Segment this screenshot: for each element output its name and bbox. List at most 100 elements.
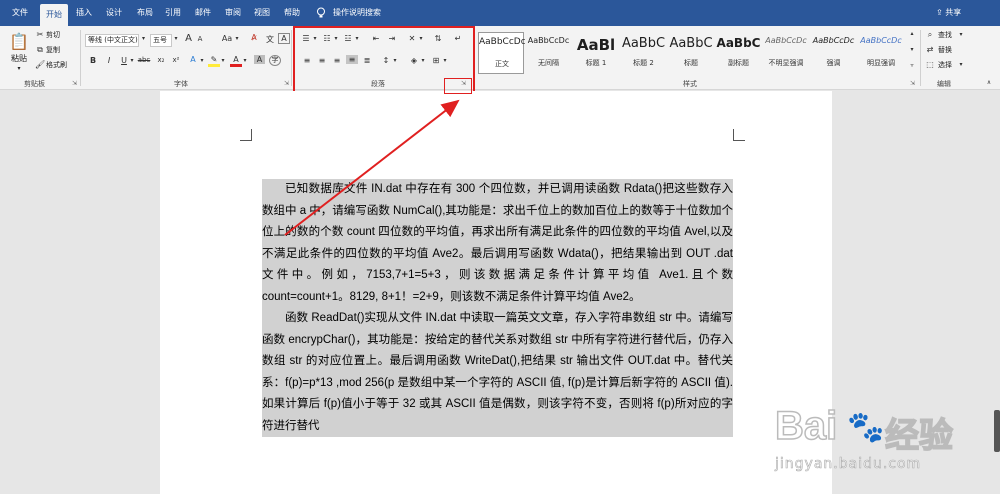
gallery-more-icon[interactable]: ▿ <box>908 62 916 69</box>
tab-review[interactable]: 审阅 <box>221 0 245 26</box>
style-0[interactable]: AaBbCcDc 正文 <box>478 32 525 74</box>
paste-icon[interactable]: 📋 <box>8 30 30 52</box>
font-color-icon[interactable]: A <box>230 55 242 67</box>
style-name: 标题 <box>684 59 698 67</box>
chevron-down-icon[interactable]: ▾ <box>242 57 248 64</box>
highlight-color-icon[interactable]: ✎ <box>208 55 220 67</box>
share-button[interactable]: ⇪ 共享 <box>936 0 961 26</box>
paragraph-group-label: 段落 <box>371 80 385 88</box>
replace-button[interactable]: 替换 <box>938 45 958 55</box>
chevron-down-icon[interactable]: ▾ <box>958 61 964 68</box>
font-launcher-icon[interactable]: ⇲ <box>284 80 289 87</box>
editing-group-label: 编辑 <box>937 80 951 88</box>
tab-references[interactable]: 引用 <box>161 0 185 26</box>
numbering-icon[interactable]: ☷ <box>321 34 333 43</box>
paragraph-launcher-icon[interactable]: ⇲ <box>461 80 466 87</box>
shrink-font-icon[interactable]: A <box>196 35 204 43</box>
justify-icon[interactable]: ≡ <box>346 55 358 64</box>
format-painter-button[interactable]: 格式刷 <box>46 60 74 70</box>
chinese-layout-icon[interactable]: ✕ <box>406 34 418 43</box>
font-size-combo[interactable]: 五号 <box>150 34 172 47</box>
tab-view[interactable]: 视图 <box>250 0 274 26</box>
style-3[interactable]: AaBbC 标题 2 <box>621 32 667 74</box>
enclose-char-icon[interactable]: 字 <box>269 55 281 66</box>
chevron-down-icon[interactable]: ▾ <box>354 35 360 42</box>
align-left-icon[interactable]: ≡ <box>301 56 313 65</box>
font-name-combo[interactable]: 等线 (中文正文) <box>85 34 139 47</box>
char-shading-icon[interactable]: A <box>254 55 265 64</box>
chevron-down-icon[interactable]: ▾ <box>420 57 426 64</box>
phonetic-guide-icon[interactable]: 文 <box>264 34 276 45</box>
cut-button[interactable]: 剪切 <box>46 30 66 40</box>
document-body[interactable]: 已知数据库文件 IN.dat 中存在有 300 个四位数，并已调用读函数 Rda… <box>262 179 733 437</box>
chevron-down-icon[interactable]: ▾ <box>129 57 135 64</box>
grow-font-icon[interactable]: A <box>184 33 193 44</box>
scrollbar-thumb[interactable] <box>994 410 1000 452</box>
bullets-icon[interactable]: ☰ <box>300 34 312 43</box>
tab-home[interactable]: 开始 <box>40 4 68 26</box>
style-1[interactable]: AaBbCcDc 无间隔 <box>526 32 572 74</box>
style-7[interactable]: AaBbCcDc 强调 <box>811 32 857 74</box>
text-effects-icon[interactable]: A <box>187 55 199 64</box>
chevron-down-icon[interactable]: ▾ <box>958 31 964 38</box>
change-case-icon[interactable]: Aa <box>220 34 234 43</box>
collapse-ribbon-icon[interactable]: ∧ <box>985 79 993 86</box>
paste-button[interactable]: 粘贴 <box>6 52 32 64</box>
italic-button[interactable]: I <box>104 56 114 65</box>
superscript-button[interactable]: x² <box>170 56 182 64</box>
align-right-icon[interactable]: ≡ <box>331 56 343 65</box>
shading-icon[interactable]: ◈ <box>408 56 420 65</box>
clipboard-launcher-icon[interactable]: ⇲ <box>72 80 77 87</box>
gallery-down-icon[interactable]: ▾ <box>908 46 916 53</box>
chevron-down-icon[interactable]: ▾ <box>333 35 339 42</box>
underline-button[interactable]: U <box>119 56 129 65</box>
separator <box>80 30 81 86</box>
tab-help[interactable]: 帮助 <box>280 0 304 26</box>
line-spacing-icon[interactable]: ↕ <box>380 56 392 65</box>
paste-dropdown-icon[interactable]: ▾ <box>6 64 32 72</box>
tab-insert[interactable]: 插入 <box>72 0 96 26</box>
tab-file[interactable]: 文件 <box>6 0 34 26</box>
bold-button[interactable]: B <box>88 56 98 65</box>
chevron-down-icon[interactable]: ▾ <box>172 35 180 42</box>
multilevel-list-icon[interactable]: ☳ <box>342 34 354 43</box>
separator <box>474 30 475 86</box>
align-center-icon[interactable]: ≡ <box>316 56 328 65</box>
chevron-down-icon[interactable]: ▾ <box>418 35 424 42</box>
chevron-down-icon[interactable]: ▾ <box>199 57 205 64</box>
chevron-down-icon[interactable]: ▾ <box>139 35 148 42</box>
style-2[interactable]: AaBl 标题 1 <box>573 32 619 74</box>
paragraph-1[interactable]: 已知数据库文件 IN.dat 中存在有 300 个四位数，并已调用读函数 Rda… <box>262 179 733 308</box>
copy-button[interactable]: 复制 <box>46 45 66 55</box>
gallery-up-icon[interactable]: ▴ <box>908 30 916 37</box>
decrease-indent-icon[interactable]: ⇤ <box>370 34 382 43</box>
style-name: 明显强调 <box>867 59 895 67</box>
tab-design[interactable]: 设计 <box>102 0 126 26</box>
select-button[interactable]: 选择 <box>938 60 958 70</box>
tab-mailings[interactable]: 邮件 <box>191 0 215 26</box>
increase-indent-icon[interactable]: ⇥ <box>386 34 398 43</box>
paragraph-2[interactable]: 函数 ReadDat()实现从文件 IN.dat 中读取一篇英文文章，存入字符串… <box>262 308 733 437</box>
style-5[interactable]: AaBbC 副标题 <box>716 32 762 74</box>
find-button[interactable]: 查找 <box>938 30 958 40</box>
char-border-icon[interactable]: A <box>278 33 290 44</box>
styles-launcher-icon[interactable]: ⇲ <box>910 80 915 87</box>
style-6[interactable]: AaBbCcDc 不明显强调 <box>763 32 809 74</box>
tell-me-search[interactable]: 操作说明搜索 <box>333 0 381 26</box>
subscript-button[interactable]: x₂ <box>155 56 167 64</box>
distributed-icon[interactable]: ≣ <box>361 56 373 65</box>
show-marks-icon[interactable]: ↵ <box>452 34 464 43</box>
sort-icon[interactable]: ⇅ <box>432 34 444 43</box>
style-4[interactable]: AaBbC 标题 <box>668 32 714 74</box>
clear-formatting-icon[interactable]: A̷ <box>248 33 260 42</box>
chevron-down-icon[interactable]: ▾ <box>220 57 226 64</box>
chevron-down-icon[interactable]: ▾ <box>442 57 448 64</box>
chevron-down-icon[interactable]: ▾ <box>234 35 240 42</box>
chevron-down-icon[interactable]: ▾ <box>392 57 398 64</box>
style-name: 无间隔 <box>538 59 559 67</box>
tab-layout[interactable]: 布局 <box>133 0 157 26</box>
style-8[interactable]: AaBbCcDc 明显强调 <box>858 32 904 74</box>
borders-icon[interactable]: ⊞ <box>430 56 442 65</box>
chevron-down-icon[interactable]: ▾ <box>312 35 318 42</box>
strikethrough-button[interactable]: abc <box>137 56 151 64</box>
